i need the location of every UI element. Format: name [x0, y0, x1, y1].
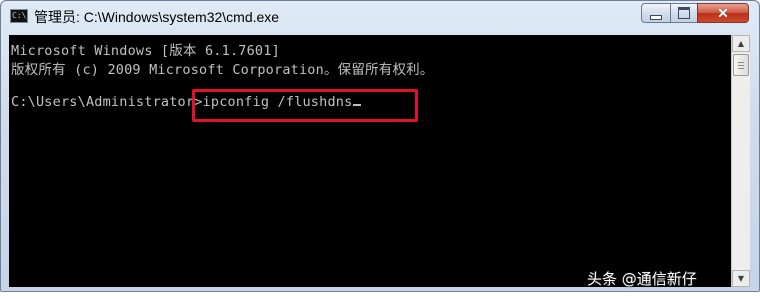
- scroll-up-arrow-icon[interactable]: ▲: [732, 35, 750, 52]
- maximize-icon: [678, 7, 690, 19]
- minimize-icon: [650, 14, 662, 20]
- copyright-line: 版权所有 (c) 2009 Microsoft Corporation。保留所有…: [11, 62, 434, 78]
- close-button[interactable]: ✕: [697, 3, 749, 23]
- cmd-window: C:\ 管理员: C:\Windows\system32\cmd.exe ✕ M…: [0, 0, 760, 292]
- vertical-scrollbar[interactable]: ▲ ▼: [731, 35, 750, 287]
- window-title: 管理员: C:\Windows\system32\cmd.exe: [34, 9, 280, 25]
- command-highlight-box: [192, 89, 418, 122]
- watermark: 头条 @通信新仔: [587, 270, 697, 288]
- maximize-button[interactable]: [670, 3, 698, 23]
- title-bar[interactable]: C:\ 管理员: C:\Windows\system32\cmd.exe ✕: [1, 1, 759, 35]
- grip-line: [738, 62, 744, 63]
- scroll-down-arrow-icon[interactable]: ▼: [732, 270, 750, 287]
- version-line: Microsoft Windows [版本 6.1.7601]: [11, 43, 280, 59]
- grip-line: [738, 65, 744, 66]
- cmd-app-icon[interactable]: C:\: [10, 9, 28, 23]
- close-icon: ✕: [717, 5, 729, 21]
- grip-line: [738, 68, 744, 69]
- scrollbar-thumb[interactable]: [733, 54, 749, 76]
- minimize-button[interactable]: [641, 3, 671, 23]
- console-output[interactable]: Microsoft Windows [版本 6.1.7601] 版权所有 (c)…: [9, 35, 731, 287]
- prompt-text: C:\Users\Administrator>: [11, 94, 203, 110]
